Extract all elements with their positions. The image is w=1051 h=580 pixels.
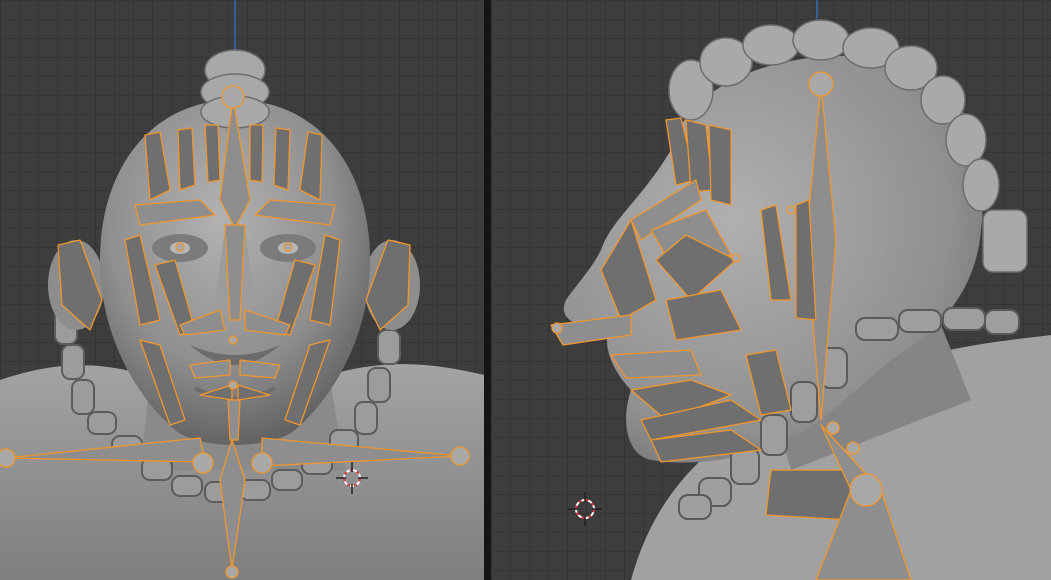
- viewport-front[interactable]: [0, 0, 484, 580]
- bone-joint: [826, 421, 840, 435]
- bone-joint: [786, 205, 796, 215]
- bone-joint: [450, 446, 470, 466]
- bone: [204, 124, 221, 183]
- bone-joint: [0, 448, 16, 468]
- bone: [708, 124, 732, 206]
- bone: [249, 124, 264, 183]
- side-view-scene: [550, 0, 1051, 580]
- bone-joint: [251, 452, 273, 474]
- bone-joint: [808, 71, 834, 97]
- bone-joint: [551, 322, 563, 334]
- bone: [227, 399, 241, 441]
- bone: [765, 469, 852, 521]
- bone-joint: [175, 242, 185, 252]
- bone-joint: [731, 253, 741, 263]
- viewport-divider[interactable]: [484, 0, 491, 580]
- 3d-cursor-icon[interactable]: [568, 492, 602, 526]
- bone-joint: [225, 565, 239, 579]
- bone-joint: [228, 335, 238, 345]
- bone-joint: [283, 242, 293, 252]
- bone-joint: [192, 452, 214, 474]
- front-view-scene: [0, 0, 484, 580]
- viewport-side[interactable]: [491, 0, 1051, 580]
- bone-joint: [228, 380, 238, 390]
- bone: [177, 127, 196, 191]
- bone-joint: [849, 473, 883, 507]
- bone: [273, 127, 291, 191]
- bone-joint: [221, 85, 245, 109]
- bone-joint: [846, 441, 860, 455]
- bone: [610, 349, 702, 379]
